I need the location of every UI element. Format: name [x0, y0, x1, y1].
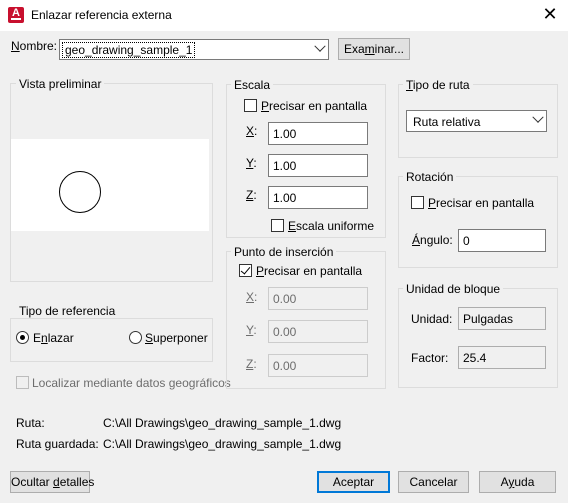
unit-label: Unidad:	[411, 312, 453, 326]
scale-x-label: X:	[246, 124, 258, 138]
angle-input[interactable]: 0	[458, 229, 546, 252]
insertion-title: Punto de inserción	[231, 245, 337, 259]
factor-value: 25.4	[458, 346, 546, 369]
preview-title: Vista preliminar	[16, 77, 105, 91]
nombre-value: geo_drawing_sample_1	[62, 42, 196, 58]
rotation-specify-label[interactable]: Precisar en pantalla	[428, 196, 534, 210]
cancel-button[interactable]: Cancelar	[398, 471, 469, 493]
block-unit-title: Unidad de bloque	[403, 282, 504, 296]
geo-label: Localizar mediante datos geográficos	[32, 376, 231, 390]
scale-z-label: Z:	[246, 188, 257, 202]
path-type-combo[interactable]: Ruta relativa	[406, 110, 547, 132]
nombre-combo[interactable]: geo_drawing_sample_1	[59, 39, 329, 60]
scale-z-input[interactable]: 1.00	[268, 186, 368, 209]
insertion-z-input[interactable]: 0.00	[268, 354, 368, 377]
uniform-scale-label[interactable]: Escala uniforme	[288, 219, 374, 233]
window-title: Enlazar referencia externa	[31, 8, 172, 22]
angle-label: Ángulo:	[412, 233, 453, 247]
geo-checkbox[interactable]	[16, 376, 29, 389]
insertion-y-input[interactable]: 0.00	[268, 320, 368, 343]
insertion-specify-label[interactable]: Precisar en pantalla	[256, 264, 362, 278]
insertion-x-input[interactable]: 0.00	[268, 287, 368, 310]
scale-specify-checkbox[interactable]	[244, 99, 257, 112]
hide-details-button[interactable]: Ocultar detalles	[10, 471, 94, 493]
ruta-label: Ruta:	[16, 416, 45, 430]
saved-path-value: C:\All Drawings\geo_drawing_sample_1.dwg	[103, 437, 342, 451]
chevron-down-icon	[532, 111, 544, 123]
rotation-group	[398, 176, 558, 268]
preview-area	[11, 139, 209, 231]
autocad-app-icon: A	[8, 7, 24, 23]
block-unit-group	[398, 288, 558, 388]
rotation-specify-checkbox[interactable]	[411, 196, 424, 209]
overlay-label[interactable]: Superponer	[145, 331, 208, 345]
browse-button[interactable]: Examinar...	[338, 38, 410, 60]
attach-radio[interactable]	[16, 331, 29, 344]
scale-specify-label[interactable]: Precisar en pantalla	[261, 99, 367, 113]
chevron-down-icon	[314, 40, 326, 52]
help-button[interactable]: Ayuda	[479, 471, 556, 493]
scale-y-label: Y:	[246, 156, 257, 170]
scale-x-input[interactable]: 1.00	[268, 122, 368, 145]
insertion-x-label: X:	[246, 290, 258, 304]
unit-value: Pulgadas	[458, 307, 546, 330]
uniform-scale-checkbox[interactable]	[271, 219, 284, 232]
insertion-z-label: Z:	[246, 357, 257, 371]
ok-button[interactable]: Aceptar	[317, 471, 390, 493]
scale-title: Escala	[231, 78, 274, 92]
close-icon[interactable]: ✕	[536, 3, 564, 27]
scale-y-input[interactable]: 1.00	[268, 154, 368, 177]
ruta-value: C:\All Drawings\geo_drawing_sample_1.dwg	[103, 416, 342, 430]
overlay-radio[interactable]	[129, 331, 142, 344]
preview-circle	[59, 171, 101, 213]
saved-path-label: Ruta guardada:	[16, 437, 99, 451]
attach-label[interactable]: Enlazar	[33, 331, 74, 345]
path-type-value: Ruta relativa	[413, 115, 481, 129]
path-type-title: Tipo de ruta	[403, 78, 473, 92]
factor-label: Factor:	[411, 351, 449, 365]
reference-type-title: Tipo de referencia	[16, 304, 119, 318]
insertion-y-label: Y:	[246, 323, 257, 337]
rotation-title: Rotación	[403, 170, 457, 184]
nombre-label: Nombre:	[11, 39, 58, 53]
insertion-specify-checkbox[interactable]	[239, 264, 252, 277]
